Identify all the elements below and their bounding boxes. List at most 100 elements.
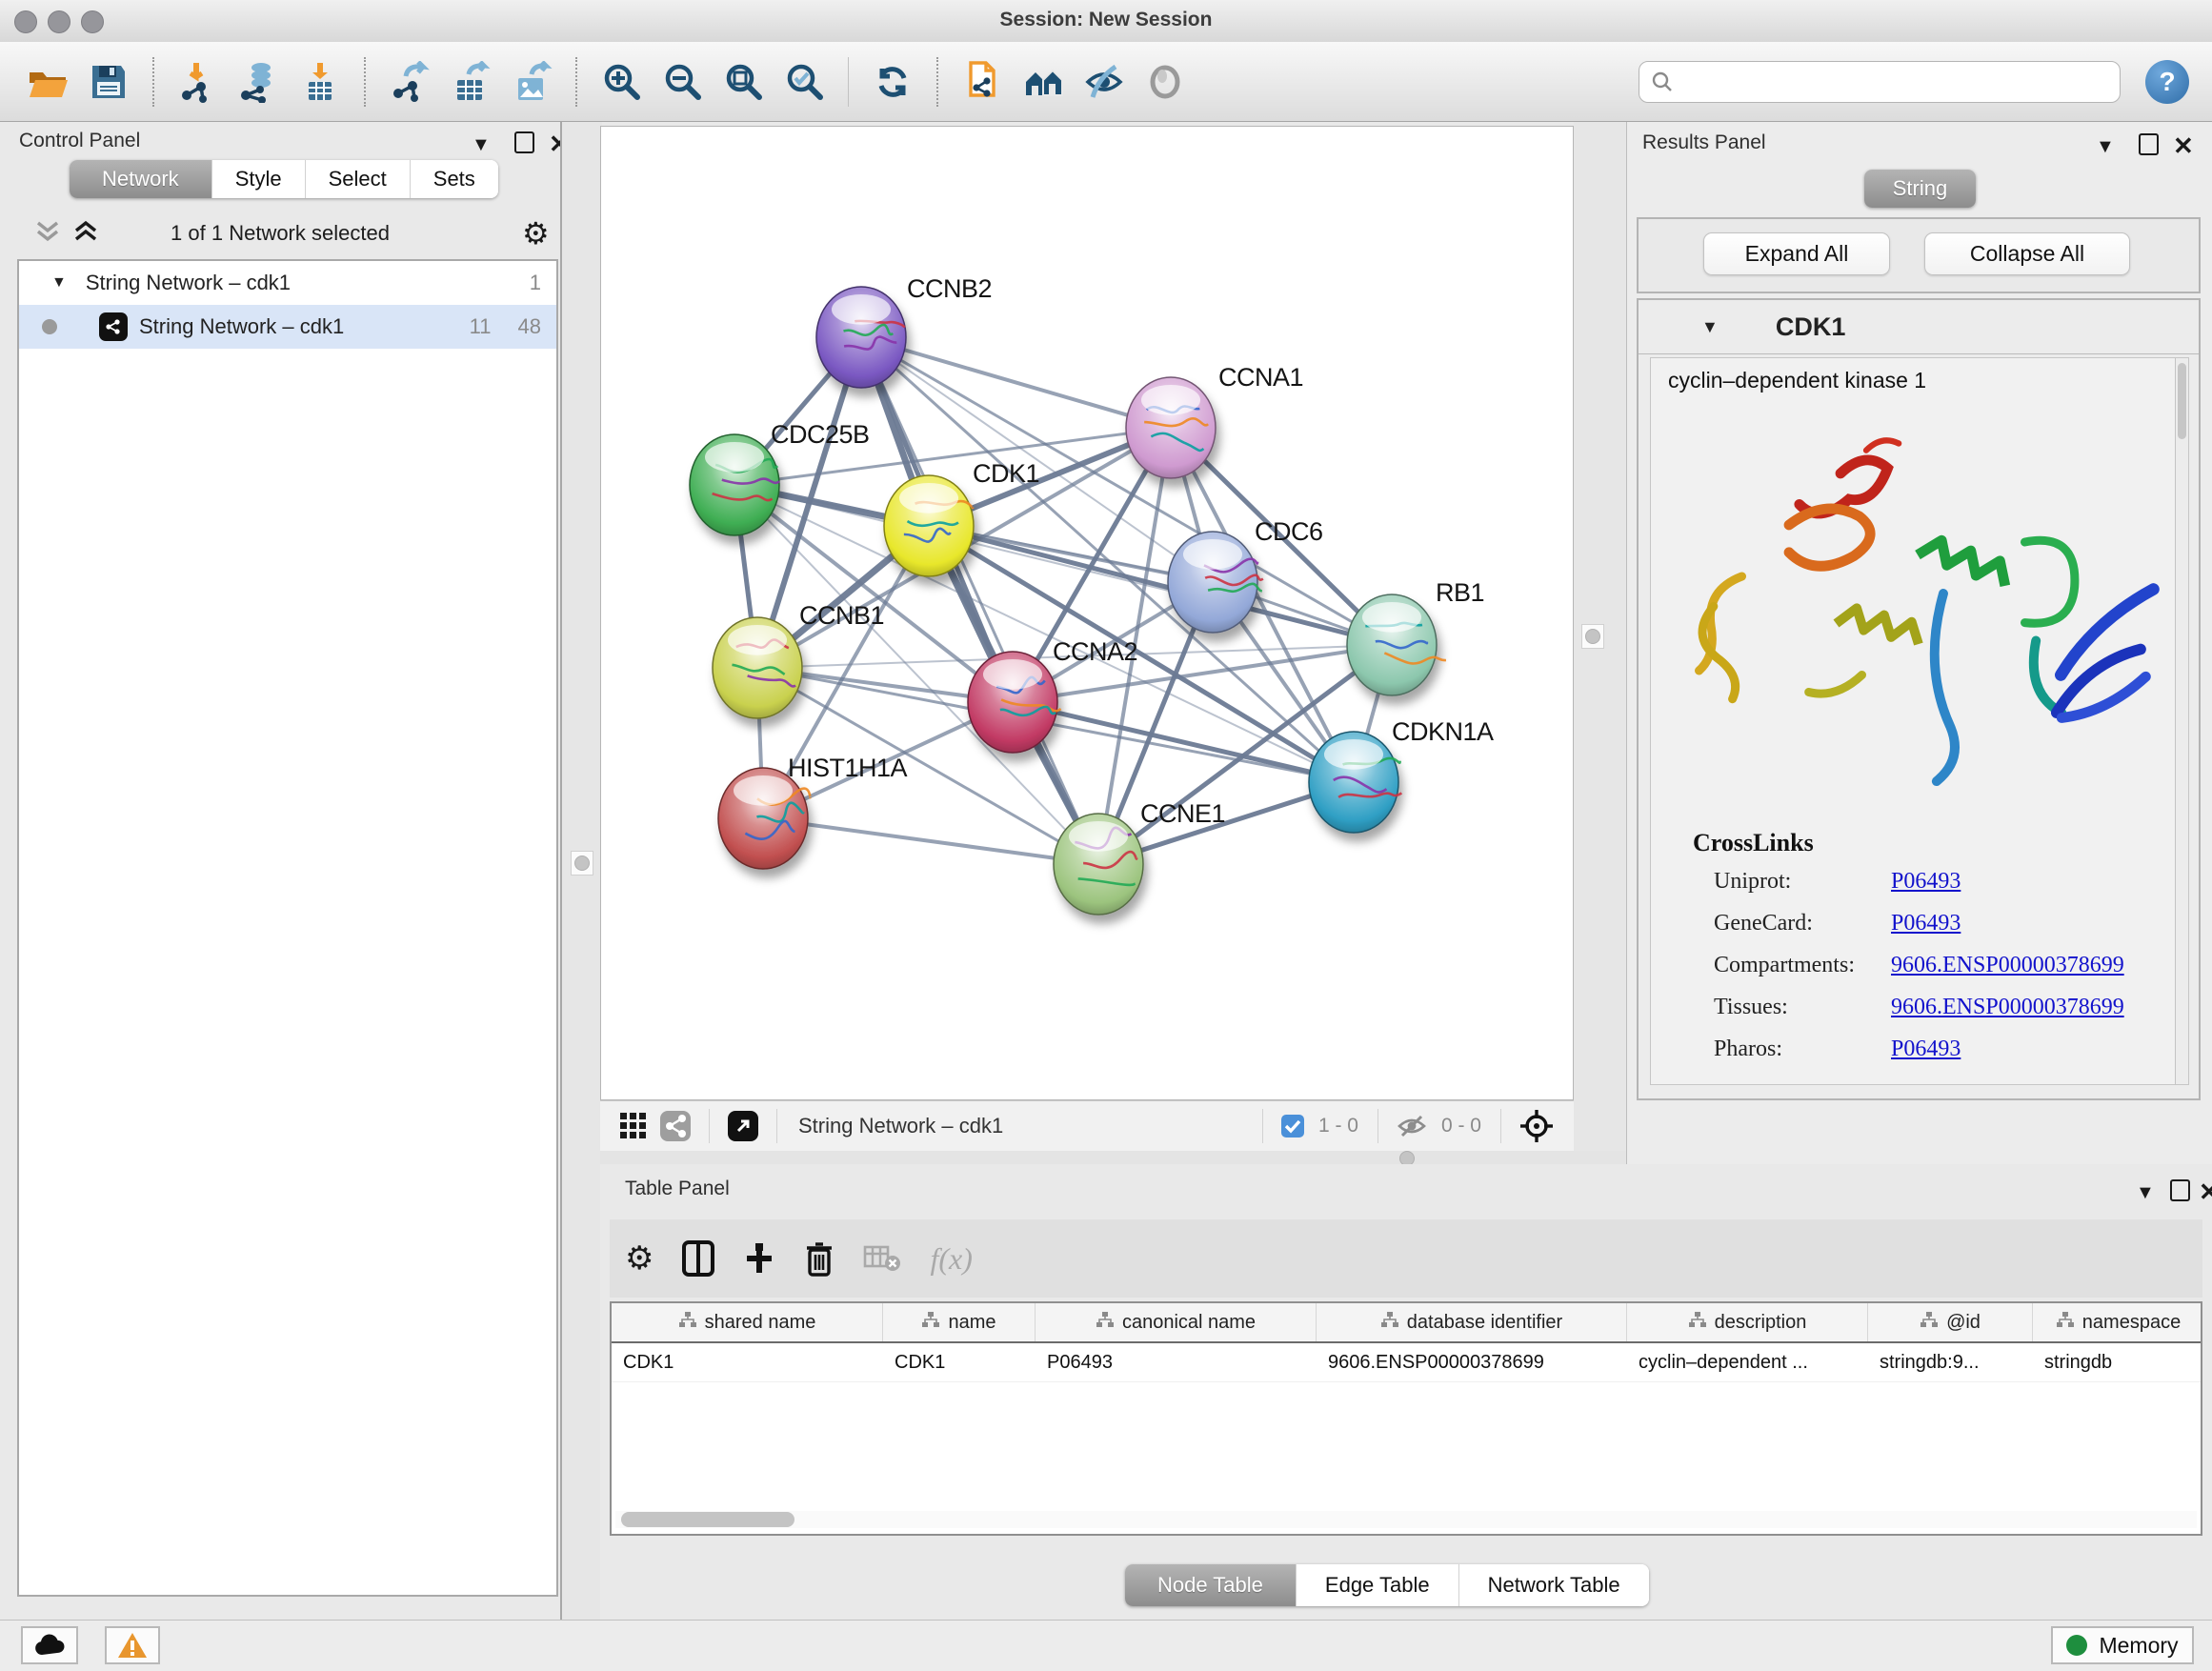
help-button[interactable]: ? <box>2145 60 2189 104</box>
tab-string[interactable]: String <box>1864 170 1976 208</box>
network-edge[interactable] <box>861 337 1171 428</box>
crosslink-link[interactable]: 9606.ENSP00000378699 <box>1891 953 2124 977</box>
tab-edge-table[interactable]: Edge Table <box>1297 1564 1459 1606</box>
network-node-RB1[interactable]: RB1 <box>1347 578 1484 695</box>
table-cell[interactable]: stringdb <box>2033 1343 2202 1381</box>
import-network-database-button[interactable] <box>234 55 284 109</box>
collapse-all-button[interactable]: Collapse All <box>1924 232 2130 275</box>
table-cell[interactable]: cyclin–dependent ... <box>1627 1343 1868 1381</box>
column-header-shared-name[interactable]: shared name <box>612 1303 883 1341</box>
tab-sets[interactable]: Sets <box>411 160 498 198</box>
zoom-in-button[interactable] <box>596 55 646 109</box>
network-options-gear-icon[interactable]: ⚙ <box>522 215 550 252</box>
expand-all-button[interactable]: Expand All <box>1703 232 1890 275</box>
import-table-button[interactable] <box>295 55 345 109</box>
protein-expander-icon[interactable]: ▼ <box>1701 317 1719 337</box>
tab-network[interactable]: Network <box>70 160 212 198</box>
right-splitter[interactable] <box>1574 122 1626 1164</box>
cloud-status-button[interactable] <box>21 1626 78 1664</box>
table-hscrollbar[interactable] <box>615 1511 2197 1528</box>
crosslink-link[interactable]: P06493 <box>1891 869 1961 894</box>
table-hscrollbar-thumb[interactable] <box>621 1512 794 1527</box>
network-node-CCNE1[interactable]: CCNE1 <box>1054 799 1225 915</box>
warning-status-button[interactable] <box>105 1626 160 1664</box>
results-scrollbar[interactable] <box>2175 358 2188 1084</box>
search-input[interactable] <box>1639 61 2121 103</box>
collection-expander-icon[interactable]: ▼ <box>51 274 67 292</box>
delete-column-trash-icon[interactable] <box>804 1240 835 1277</box>
crosslink-link[interactable]: P06493 <box>1891 911 1961 936</box>
zoom-out-button[interactable] <box>657 55 707 109</box>
left-splitter[interactable] <box>560 122 602 1620</box>
column-header-name[interactable]: name <box>883 1303 1036 1341</box>
export-image-button[interactable] <box>507 55 556 109</box>
table-cell[interactable]: CDK1 <box>612 1343 883 1381</box>
column-header-database-identifier[interactable]: database identifier <box>1317 1303 1627 1341</box>
hidden-counts: 0 - 0 <box>1441 1115 1481 1137</box>
delete-table-icon[interactable] <box>863 1243 901 1274</box>
left-splitter-handle[interactable] <box>571 851 593 876</box>
control-panel-float-icon[interactable] <box>514 131 534 158</box>
hidden-eye-icon[interactable] <box>1396 1113 1428 1139</box>
column-header-canonical-name[interactable]: canonical name <box>1036 1303 1317 1341</box>
function-builder-icon[interactable]: f(x) <box>930 1241 972 1277</box>
results-panel-float-icon[interactable] <box>2139 133 2159 160</box>
tab-style[interactable]: Style <box>212 160 306 198</box>
save-session-button[interactable] <box>84 55 133 109</box>
network-row[interactable]: String Network – cdk1 11 48 <box>19 305 556 349</box>
birdseye-navigator-icon[interactable] <box>1518 1108 1555 1144</box>
export-network-button[interactable] <box>385 55 434 109</box>
column-header-namespace[interactable]: namespace <box>2033 1303 2202 1341</box>
network-collection-row[interactable]: ▼ String Network – cdk1 1 <box>19 261 556 305</box>
import-network-file-button[interactable] <box>173 55 223 109</box>
open-file-button[interactable] <box>23 55 72 109</box>
houses-button[interactable] <box>1018 55 1068 109</box>
results-panel-close-icon[interactable]: ✕ <box>2173 133 2194 158</box>
crosslink-link[interactable]: P06493 <box>1891 1037 1961 1061</box>
network-edge[interactable] <box>763 818 1098 864</box>
show-columns-icon[interactable] <box>682 1240 714 1277</box>
network-node-HIST1H1A[interactable]: HIST1H1A <box>718 754 908 869</box>
network-node-CCNB1[interactable]: CCNB1 <box>713 601 884 718</box>
zoom-fit-button[interactable] <box>718 55 768 109</box>
crosslink-link[interactable]: 9606.ENSP00000378699 <box>1891 995 2124 1019</box>
tab-select[interactable]: Select <box>306 160 411 198</box>
selected-checkbox-icon[interactable] <box>1280 1114 1305 1138</box>
node-label-CDC6: CDC6 <box>1255 517 1323 546</box>
results-panel-menu-icon[interactable]: ▼ <box>2096 137 2115 156</box>
network-canvas[interactable]: CCNB2CCNA1CDC25BCDK1CDC6RB1CCNB1CCNA2CDK… <box>600 126 1574 1100</box>
tab-node-table[interactable]: Node Table <box>1125 1564 1297 1606</box>
table-cell[interactable]: stringdb:9... <box>1868 1343 2033 1381</box>
protein-header[interactable]: ▼ CDK1 <box>1639 300 2199 354</box>
memory-button[interactable]: Memory <box>2051 1626 2194 1664</box>
network-edge[interactable] <box>861 337 1098 864</box>
network-icon <box>99 312 128 341</box>
table-cell[interactable]: CDK1 <box>883 1343 1036 1381</box>
table-panel-close-icon[interactable]: ✕ <box>2199 1179 2212 1204</box>
network-node-CDC6[interactable]: CDC6 <box>1168 517 1323 633</box>
apply-layout-button[interactable] <box>868 55 917 109</box>
detach-view-icon[interactable] <box>727 1110 759 1142</box>
new-network-from-selection-button[interactable] <box>957 55 1007 109</box>
tab-network-table[interactable]: Network Table <box>1459 1564 1649 1606</box>
control-panel-menu-icon[interactable]: ▼ <box>472 135 491 154</box>
network-node-CCNA1[interactable]: CCNA1 <box>1126 363 1303 478</box>
table-settings-gear-icon[interactable]: ⚙ <box>625 1239 654 1278</box>
right-splitter-handle[interactable] <box>1581 624 1604 649</box>
network-node-CCNB2[interactable]: CCNB2 <box>816 274 992 388</box>
table-panel-menu-icon[interactable]: ▼ <box>2136 1183 2155 1202</box>
show-selection-button[interactable] <box>1140 55 1190 109</box>
export-table-button[interactable] <box>446 55 495 109</box>
grid-view-icon[interactable] <box>619 1112 648 1140</box>
zoom-selected-button[interactable] <box>779 55 829 109</box>
network-view-icon[interactable] <box>659 1110 692 1142</box>
table-panel-float-icon[interactable] <box>2170 1179 2190 1206</box>
network-node-CDKN1A[interactable]: CDKN1A <box>1309 717 1494 833</box>
add-column-icon[interactable] <box>743 1240 775 1277</box>
table-cell[interactable]: P06493 <box>1036 1343 1317 1381</box>
table-cell[interactable]: 9606.ENSP00000378699 <box>1317 1343 1627 1381</box>
column-header-description[interactable]: description <box>1627 1303 1868 1341</box>
hide-selection-button[interactable] <box>1079 55 1129 109</box>
column-header--id[interactable]: @id <box>1868 1303 2033 1341</box>
table-row[interactable]: CDK1CDK1P064939606.ENSP00000378699cyclin… <box>612 1343 2201 1382</box>
